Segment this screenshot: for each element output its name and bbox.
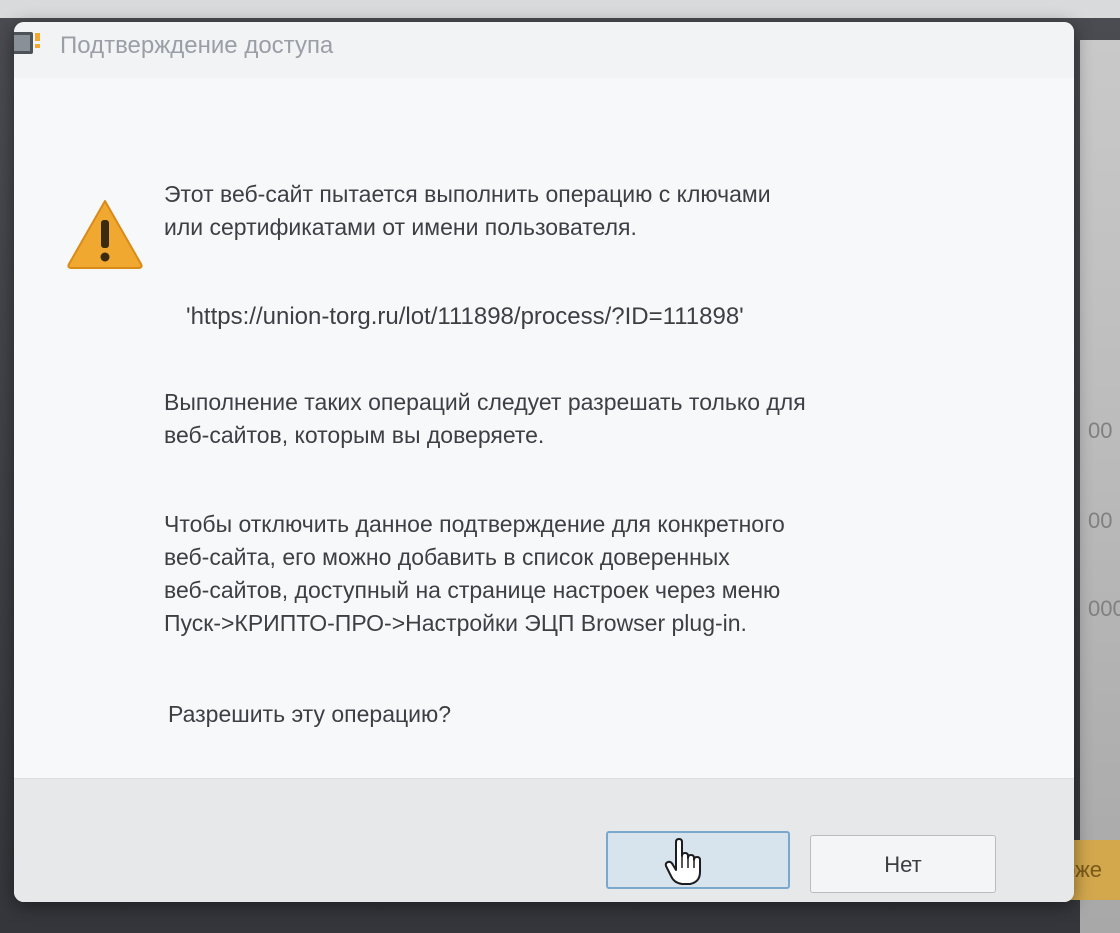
access-confirmation-dialog: Подтверждение доступа Этот веб-сайт пыта…	[14, 22, 1074, 902]
site-url: 'https://union-torg.ru/lot/111898/proces…	[186, 303, 744, 330]
message-line: Этот веб-сайт пытается выполнить операци…	[164, 181, 771, 207]
instruction-line: веб-сайта, его можно добавить в список д…	[164, 544, 730, 570]
disable-instructions: Чтобы отключить данное подтверждение для…	[164, 508, 1004, 640]
background-page-edge	[1080, 40, 1120, 933]
dialog-button-bar: Нет	[14, 778, 1074, 902]
instruction-line: веб-сайтов, доступный на странице настро…	[164, 577, 781, 603]
instruction-line: Пуск->КРИПТО-ПРО->Настройки ЭЦП Browser …	[164, 610, 747, 636]
confirm-question: Разрешить эту операцию?	[168, 701, 452, 727]
notice-line: Выполнение таких операций следует разреш…	[164, 389, 806, 415]
background-value: 000	[1088, 596, 1120, 621]
background-value: 00	[1088, 418, 1113, 443]
instruction-line: Чтобы отключить данное подтверждение для…	[164, 511, 785, 537]
dialog-titlebar[interactable]: Подтверждение доступа	[14, 22, 1074, 78]
background-window-top	[0, 0, 1120, 18]
hand-cursor-icon	[664, 838, 701, 885]
dialog-body: Этот веб-сайт пытается выполнить операци…	[14, 78, 1074, 778]
message-line: или сертификатами от имени пользователя.	[164, 214, 637, 240]
trust-notice: Выполнение таких операций следует разреш…	[164, 386, 1004, 452]
dialog-title: Подтверждение доступа	[60, 32, 334, 59]
notice-line: веб-сайтов, которым вы доверяете.	[164, 422, 545, 448]
screen: 00 00 000 ложе Подтверждение доступа Это…	[0, 0, 1120, 933]
warning-icon	[67, 200, 143, 269]
no-button[interactable]: Нет	[810, 835, 996, 893]
app-window-icon	[14, 32, 40, 54]
message-text: Этот веб-сайт пытается выполнить операци…	[164, 178, 1004, 244]
background-value: 00	[1088, 508, 1113, 533]
